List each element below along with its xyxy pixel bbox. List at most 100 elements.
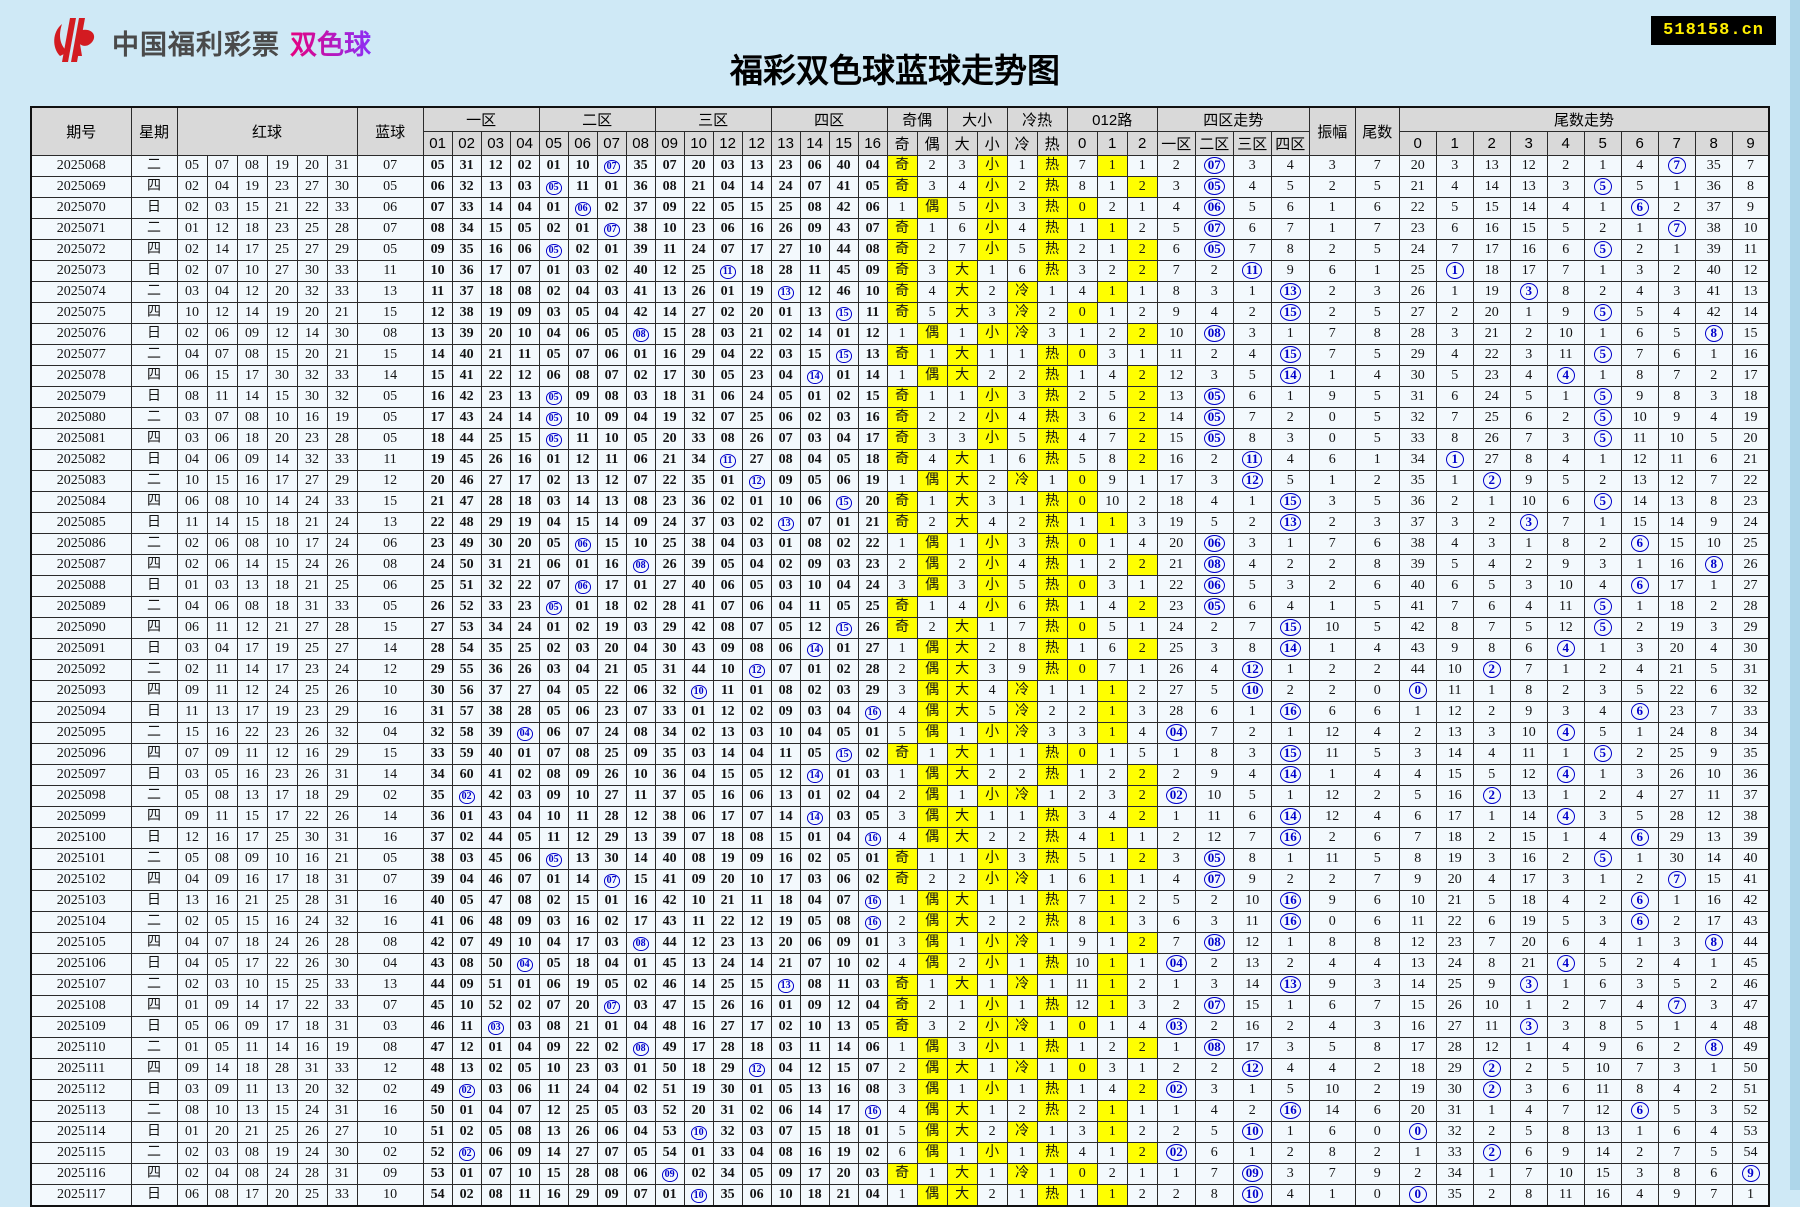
red-ball: 13 [237, 786, 267, 807]
blue-hit-circle: 14 [807, 370, 823, 384]
blue-hit-circle: 7 [1668, 157, 1686, 174]
tail-trend-cell: 6 [1695, 681, 1732, 702]
tail-trend-cell: 16 [1658, 555, 1695, 576]
zone-cell: 25 [655, 534, 684, 555]
red-ball: 30 [327, 1143, 357, 1164]
red-ball: 08 [237, 156, 267, 177]
big-small-cell: 大 [947, 492, 977, 513]
odd-even-cell: 奇 [887, 219, 917, 240]
zone-cell: 22 [684, 198, 713, 219]
tail-number-cell: 9 [1355, 1164, 1399, 1185]
red-ball: 24 [267, 681, 297, 702]
cold-hot-cell: 冷 [1007, 471, 1037, 492]
zone-cell: 14 [684, 975, 713, 996]
zone-cell: 25 [858, 597, 887, 618]
zone-trend-cell: 3 [1195, 282, 1233, 303]
zone-cell: 37 [481, 681, 510, 702]
site-badge[interactable]: 518158.cn [1651, 16, 1776, 45]
tail-trend-cell: 1 [1584, 450, 1621, 471]
zone-cell: 04 [626, 408, 655, 429]
zone-cell: 23 [510, 597, 539, 618]
zone-cell: 26 [597, 765, 626, 786]
tail-number-cell: 8 [1355, 324, 1399, 345]
weekday-cell: 二 [131, 345, 177, 366]
weekday-cell: 四 [131, 744, 177, 765]
zone-cell: 02 [597, 912, 626, 933]
zone-cell: 06 [452, 912, 481, 933]
zone-cell: 06 [568, 324, 597, 345]
route-012-cell: 2 [1127, 681, 1157, 702]
tail-trend-cell: 8 [1658, 1164, 1695, 1185]
odd-even-cell: 偶 [917, 534, 947, 555]
tail-trend-cell: 7 [1695, 702, 1732, 723]
tail-trend-cell: 10 [1510, 492, 1547, 513]
issue-cell: 2025100 [31, 828, 131, 849]
zone-cell: 43 [481, 807, 510, 828]
zone-cell: 11 [539, 1080, 568, 1101]
zone-cell: 10 [539, 1059, 568, 1080]
route-012-cell: 3 [1127, 996, 1157, 1017]
cold-hot-cell: 1 [1007, 1143, 1037, 1164]
zone-cell: 16 [568, 912, 597, 933]
zone-cell: 36 [423, 807, 452, 828]
zone-trend-cell: 2 [1195, 345, 1233, 366]
odd-even-cell: 奇 [887, 303, 917, 324]
zone-cell: 56 [452, 681, 481, 702]
red-ball: 08 [237, 597, 267, 618]
cold-hot-cell: 热 [1037, 366, 1067, 387]
tail-number-cell: 8 [1355, 933, 1399, 954]
tail-trend-cell: 14 [1399, 975, 1436, 996]
blue-hit-circle: 0 [1409, 1123, 1427, 1140]
zone-cell: 02 [626, 975, 655, 996]
zone-cell: 04 [684, 765, 713, 786]
zone-trend-cell: 12 [1233, 471, 1271, 492]
weekday-cell: 日 [131, 513, 177, 534]
amplitude-cell: 2 [1309, 240, 1355, 261]
red-ball: 02 [177, 660, 207, 681]
tail-trend-cell: 13 [1399, 954, 1436, 975]
blue-hit-circle: 04 [1166, 955, 1187, 972]
zone-cell: 08 [655, 177, 684, 198]
zone-trend-cell: 11 [1233, 912, 1271, 933]
zone-cell: 05 [597, 975, 626, 996]
tail-trend-cell: 24 [1399, 240, 1436, 261]
tail-trend-cell: 9 [1510, 471, 1547, 492]
zone-cell: 10 [858, 282, 887, 303]
tail-trend-cell: 48 [1732, 1017, 1769, 1038]
zone-cell: 10 [684, 1122, 713, 1143]
blue-hit-circle: 5 [1594, 178, 1612, 195]
amplitude-cell: 2 [1309, 177, 1355, 198]
odd-even-cell: 2 [917, 996, 947, 1017]
zone-cell: 05 [452, 891, 481, 912]
zone-cell: 36 [684, 492, 713, 513]
weekday-cell: 日 [131, 324, 177, 345]
big-small-cell: 小 [977, 1017, 1007, 1038]
weekday-cell: 二 [131, 1143, 177, 1164]
red-ball: 21 [327, 303, 357, 324]
tail-trend-cell: 7 [1399, 828, 1436, 849]
zone-cell: 15 [742, 198, 771, 219]
zone-cell: 01 [539, 450, 568, 471]
tail-trend-cell: 24 [1473, 387, 1510, 408]
zone-cell: 35 [452, 240, 481, 261]
red-ball: 13 [237, 576, 267, 597]
tail-trend-cell: 42 [1399, 618, 1436, 639]
tail-trend-cell: 13 [1473, 156, 1510, 177]
route-012-cell: 2 [1067, 786, 1097, 807]
zone-cell: 08 [597, 387, 626, 408]
tail-trend-cell: 4 [1547, 807, 1584, 828]
odd-even-cell: 奇 [887, 870, 917, 891]
zone-trend-cell: 05 [1195, 387, 1233, 408]
zone-trend-cell: 2 [1271, 555, 1309, 576]
tail-trend-cell: 17 [1732, 366, 1769, 387]
tail-trend-cell: 35 [1695, 156, 1732, 177]
tail-trend-cell: 1 [1584, 639, 1621, 660]
red-ball: 19 [267, 156, 297, 177]
tail-trend-cell: 11 [1547, 1185, 1584, 1207]
tail-trend-cell: 4 [1695, 639, 1732, 660]
zone-cell: 08 [800, 534, 829, 555]
amplitude-cell: 4 [1309, 954, 1355, 975]
amplitude-cell: 7 [1309, 534, 1355, 555]
zone-cell: 04 [771, 366, 800, 387]
tail-trend-cell: 23 [1473, 366, 1510, 387]
